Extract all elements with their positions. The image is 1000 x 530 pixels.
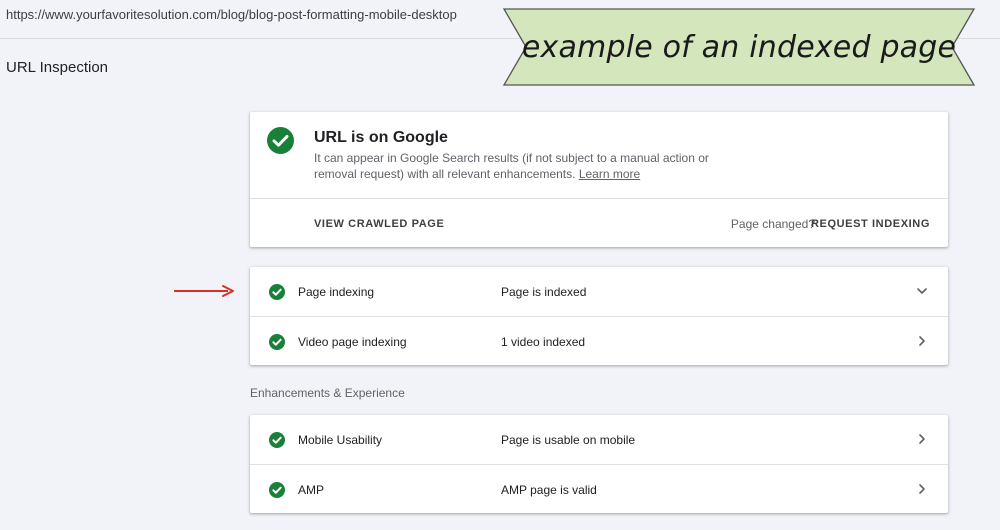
status-divider (250, 198, 948, 199)
status-card: URL is on Google It can appear in Google… (250, 112, 948, 247)
annotation-banner: example of an indexed page (496, 4, 982, 90)
check-circle-icon (269, 334, 285, 350)
status-description: It can appear in Google Search results (… (314, 150, 754, 182)
row-value: AMP page is valid (501, 483, 597, 497)
row-page-indexing[interactable]: Page indexing Page is indexed (250, 267, 948, 316)
chevron-down-icon (917, 288, 927, 294)
row-video-page-indexing[interactable]: Video page indexing 1 video indexed (250, 316, 948, 366)
row-value: Page is indexed (501, 285, 587, 299)
red-arrow-icon (174, 285, 234, 297)
chevron-right-icon (919, 336, 925, 346)
indexing-card: Page indexing Page is indexed Video page… (250, 267, 948, 365)
enhancements-heading: Enhancements & Experience (250, 386, 405, 400)
status-title: URL is on Google (314, 129, 448, 146)
row-label: Mobile Usability (298, 433, 383, 447)
url-bar: https://www.yourfavoritesolution.com/blo… (6, 7, 457, 22)
page-title: URL Inspection (6, 59, 108, 76)
chevron-right-icon (919, 484, 925, 494)
check-circle-icon (267, 127, 294, 154)
row-label: Page indexing (298, 285, 375, 299)
row-value: 1 video indexed (501, 335, 586, 349)
page-changed-label: Page changed? (730, 217, 815, 231)
learn-more-link[interactable]: Learn more (579, 167, 640, 181)
view-crawled-page-button[interactable]: VIEW CRAWLED PAGE (314, 218, 444, 230)
status-description-text: It can appear in Google Search results (… (314, 151, 709, 181)
check-circle-icon (269, 482, 285, 498)
check-circle-icon (269, 432, 285, 448)
row-amp[interactable]: AMP AMP page is valid (250, 464, 948, 514)
row-label: AMP (298, 483, 325, 497)
request-indexing-button[interactable]: REQUEST INDEXING (811, 218, 930, 230)
row-mobile-usability[interactable]: Mobile Usability Page is usable on mobil… (250, 415, 948, 464)
check-circle-icon (269, 284, 285, 300)
enhancements-card: Mobile Usability Page is usable on mobil… (250, 415, 948, 513)
chevron-right-icon (919, 434, 925, 444)
row-label: Video page indexing (298, 335, 407, 349)
row-value: Page is usable on mobile (501, 433, 636, 447)
banner-text: example of an indexed page (521, 29, 957, 65)
